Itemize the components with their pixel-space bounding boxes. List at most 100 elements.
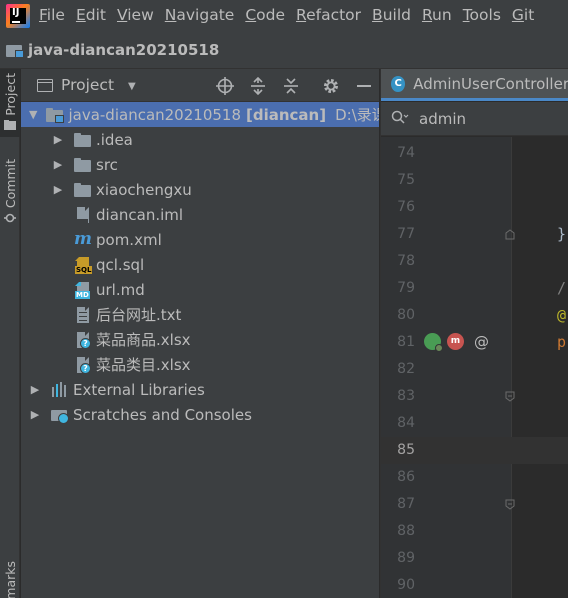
collapse-all-icon[interactable] [282,77,300,95]
chevron-right-icon[interactable]: ▶ [29,408,41,421]
expand-all-icon[interactable] [249,76,267,95]
iml-file-icon [74,206,92,223]
tree-item-label: 后台网址.txt [96,306,182,324]
code-line: 90 [397,577,415,593]
tree-item-src[interactable]: ▶ src [21,152,379,177]
code-line: 79 / [397,279,567,297]
markdown-file-icon: MD [74,281,92,299]
tree-root-node[interactable]: ▼ java-diancan20210518 [diancan] D:\录课和 [21,102,379,127]
code-line: 78 [397,253,415,269]
chevron-right-icon[interactable]: ▶ [52,183,64,196]
intellij-logo-icon: IJ [6,3,30,28]
module-folder-icon [6,43,24,58]
tree-item-scratches[interactable]: ▶ Scratches and Consoles [21,402,379,427]
tree-item-qcl-sql[interactable]: SQL qcl.sql [21,252,379,277]
menu-edit[interactable]: Edit [76,0,106,31]
locate-icon[interactable] [216,76,234,95]
project-tree: ▼ java-diancan20210518 [diancan] D:\录课和 … [21,102,379,427]
tree-item-external-libraries[interactable]: ▶ External Libraries [21,377,379,402]
tree-item-label: xiaochengxu [96,180,192,199]
tool-tab-bookmarks-label: marks [2,561,18,598]
code-line: 88 [397,523,415,539]
tool-tab-project[interactable]: Project [0,69,20,137]
tree-item-label: 菜品类目.xlsx [96,356,191,374]
menu-tools[interactable]: Tools [463,0,501,31]
editor-tab[interactable]: C AdminUserController [381,69,568,101]
tree-item-label: 菜品商品.xlsx [96,331,191,349]
project-folder-icon [4,119,16,130]
menu-run[interactable]: Run [422,0,452,31]
annotation-at-icon[interactable]: @ [474,329,489,356]
fold-end-icon[interactable] [505,229,515,240]
editor-tab-title: AdminUserController [413,74,568,93]
tree-item-xlsx-categories[interactable]: ? 菜品类目.xlsx [21,352,379,377]
menu-code[interactable]: Code [245,0,285,31]
chevron-right-icon[interactable]: ▶ [29,383,41,396]
root-module-tag: [diancan] [246,105,327,124]
code-line: 83 [381,383,568,410]
scratches-icon [51,407,69,424]
project-panel-title[interactable]: Project [61,76,114,94]
maven-icon: m [74,228,92,249]
tool-tab-bookmarks[interactable]: marks [0,561,20,598]
commit-icon [4,213,16,223]
tree-item-label: diancan.iml [96,205,184,224]
fold-start-icon[interactable] [505,499,515,510]
tool-tab-project-label: Project [2,73,18,116]
menu-build[interactable]: Build [372,0,411,31]
chevron-down-icon[interactable]: ▼ [29,108,37,121]
folder-icon [74,182,92,198]
request-mapping-icon[interactable]: m [447,333,464,350]
menu-navigate[interactable]: Navigate [165,0,235,31]
tree-item-idea[interactable]: ▶ .idea [21,127,379,152]
menu-git[interactable]: Git [512,0,534,31]
tree-item-xlsx-products[interactable]: ? 菜品商品.xlsx [21,327,379,352]
menu-bar: IJ File Edit View Navigate Code Refactor… [0,0,568,31]
root-module-name: java-diancan20210518 [68,105,241,124]
project-panel-header: Project ▼ [21,69,379,102]
search-input[interactable] [419,109,549,128]
folder-icon [74,157,92,173]
menu-file[interactable]: File [39,0,65,31]
tree-item-txt[interactable]: 后台网址.txt [21,302,379,327]
code-line-current: 85 [381,437,568,464]
tree-item-label: .idea [96,130,133,149]
code-line: 89 [397,550,415,566]
hide-panel-icon[interactable] [355,77,373,95]
root-module-path: D:\录课和 [335,106,379,124]
libraries-icon [51,381,69,398]
tool-tab-commit-label: Commit [2,159,18,209]
spring-bean-icon[interactable] [424,333,443,352]
unknown-file-icon: ? [74,331,92,349]
code-line: 82 [397,361,415,377]
breadcrumb-project[interactable]: java-diancan20210518 [28,41,219,59]
tree-item-xiaochengxu[interactable]: ▶ xiaochengxu [21,177,379,202]
fold-start-icon[interactable] [505,391,515,402]
code-line: 76 [397,199,415,215]
menu-view[interactable]: View [117,0,154,31]
code-line: 75 [397,172,415,188]
window-icon [37,78,53,92]
tree-item-label: pom.xml [96,230,162,249]
menu-refactor[interactable]: Refactor [296,0,361,31]
find-bar [381,102,568,136]
tree-item-diancan-iml[interactable]: diancan.iml [21,202,379,227]
tree-item-label: Scratches and Consoles [73,405,252,424]
unknown-file-icon: ? [74,356,92,374]
tree-item-label: External Libraries [73,380,205,399]
navigation-bar: java-diancan20210518 [0,31,568,69]
chevron-right-icon[interactable]: ▶ [52,158,64,171]
code-line: 74 [397,145,415,161]
code-line: 77 } [397,225,567,243]
chevron-right-icon[interactable]: ▶ [52,133,64,146]
view-dropdown-icon[interactable]: ▼ [128,81,136,92]
search-icon[interactable] [391,110,409,128]
tool-tab-commit[interactable]: Commit [0,159,20,239]
java-class-icon: C [391,75,406,92]
text-file-icon [74,306,92,323]
code-line: 81 m @ p [381,329,568,356]
tree-item-pom-xml[interactable]: m pom.xml [21,227,379,252]
tree-item-label: src [96,155,118,174]
gear-icon[interactable] [322,77,340,95]
tree-item-url-md[interactable]: MD url.md [21,277,379,302]
